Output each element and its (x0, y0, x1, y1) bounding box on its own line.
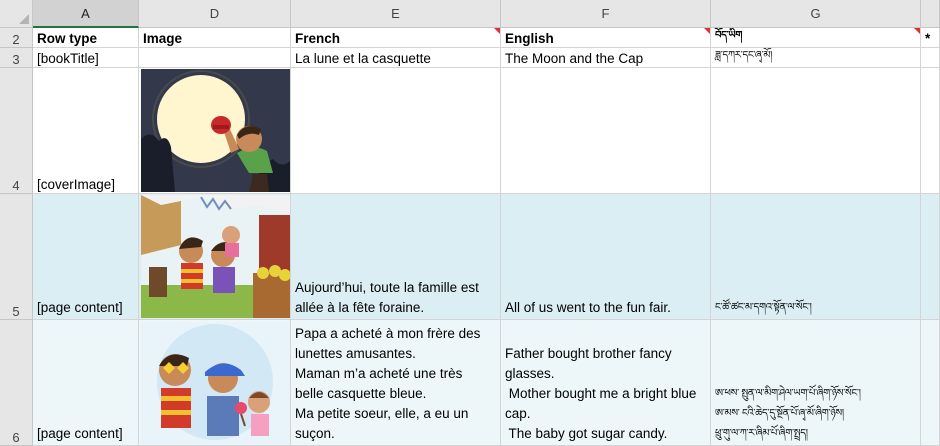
cell-a2[interactable]: Row type (33, 28, 139, 48)
cell-d2-text: Image (143, 31, 183, 46)
cell-h4[interactable] (921, 68, 940, 194)
cover-illustration (141, 69, 290, 192)
cell-e2-text: French (295, 31, 341, 46)
cell-e6-line: Papa a acheté à mon frère des (295, 326, 481, 341)
comment-indicator-icon[interactable] (704, 28, 710, 34)
row-header-5[interactable]: 5 (0, 194, 33, 320)
cell-g3-text: ཟླ་དཀར་དང་ཞྭ་མོ། (715, 50, 773, 61)
cell-g5[interactable]: ང་ཚོ་ཚང་མ་དགའ་སྟོན་ལ་སོང་། (711, 194, 921, 320)
cell-a4-text: [coverImage] (37, 177, 116, 192)
page-image-fun-fair[interactable] (141, 195, 290, 318)
cell-e6[interactable]: Papa a acheté à mon frère des lunettes a… (291, 320, 501, 446)
comment-indicator-icon[interactable] (494, 28, 500, 34)
cell-a3-text: [bookTitle] (37, 51, 99, 66)
cell-f5-text: All of us went to the fun fair. (505, 300, 671, 315)
cell-h6[interactable] (921, 320, 940, 446)
cell-f3-text: The Moon and the Cap (505, 51, 644, 66)
cell-e6-line: lunettes amusantes. (295, 346, 416, 361)
cell-e3[interactable]: La lune et la casquette (291, 48, 501, 68)
cell-a2-text: Row type (37, 31, 98, 46)
cell-f6-line: Mother bought me a bright blue (505, 386, 697, 401)
select-all-triangle-icon (19, 14, 29, 24)
cell-f6-line: The baby got sugar candy. (505, 426, 668, 441)
cell-e4[interactable] (291, 68, 501, 194)
cell-g2[interactable]: བོད་ཡིག (711, 28, 921, 48)
cell-e6-line: Ma petite soeur, elle, a eu un (295, 406, 469, 421)
cell-f6-line: Father bought brother fancy (505, 346, 672, 361)
row-header-2[interactable]: 2 (0, 28, 33, 48)
cell-g2-text: བོད་ཡིག (715, 30, 743, 41)
column-header-a[interactable]: A (33, 0, 139, 28)
cell-a5-text: [page content] (37, 300, 123, 315)
row-header-6[interactable]: 6 (0, 320, 33, 446)
column-header-h[interactable] (921, 0, 940, 28)
cell-e5[interactable]: Aujourd’hui, toute la famille est allée … (291, 194, 501, 320)
cell-f6-line: glasses. (505, 366, 555, 381)
cell-d2[interactable]: Image (139, 28, 291, 48)
spreadsheet-grid: A D E F G 2 Row type Image French Englis… (0, 0, 940, 446)
cell-g6-line: ཨ་ཕས་ སྤུན་ལ་མིག་ཤེལ་ཡག་པོ་ཞིག་ཉོས་སོང་། (715, 388, 861, 399)
cell-a3[interactable]: [bookTitle] (33, 48, 139, 68)
cell-a6[interactable]: [page content] (33, 320, 139, 446)
cell-g6[interactable]: ཨ་ཕས་ སྤུན་ལ་མིག་ཤེལ་ཡག་པོ་ཞིག་ཉོས་སོང་།… (711, 320, 921, 446)
cover-image[interactable] (141, 69, 290, 192)
cell-g5-text: ང་ཚོ་ཚང་མ་དགའ་སྟོན་ལ་སོང་། (715, 302, 812, 313)
cell-e3-text: La lune et la casquette (295, 51, 431, 66)
cell-g3[interactable]: ཟླ་དཀར་དང་ཞྭ་མོ། (711, 48, 921, 68)
cell-e6-line: belle casquette bleue. (295, 386, 427, 401)
cell-d3[interactable] (139, 48, 291, 68)
cell-f2[interactable]: English (501, 28, 711, 48)
cell-h3[interactable] (921, 48, 940, 68)
column-header-g[interactable]: G (711, 0, 921, 28)
cell-f5[interactable]: All of us went to the fun fair. (501, 194, 711, 320)
cell-a4[interactable]: [coverImage] (33, 68, 139, 194)
cell-a6-text: [page content] (37, 426, 123, 441)
cell-a5[interactable]: [page content] (33, 194, 139, 320)
gifts-illustration (141, 322, 290, 445)
fun-fair-illustration (141, 195, 290, 318)
column-header-e[interactable]: E (291, 0, 501, 28)
page-image-gifts[interactable] (141, 322, 290, 445)
column-header-f[interactable]: F (501, 0, 711, 28)
cell-e5-line: Aujourd’hui, toute la famille est (295, 280, 479, 295)
cell-e2[interactable]: French (291, 28, 501, 48)
cell-g4[interactable] (711, 68, 921, 194)
cell-f2-text: English (505, 31, 554, 46)
cell-e6-line: Maman m’a acheté une très (295, 366, 463, 381)
column-header-d[interactable]: D (139, 0, 291, 28)
row-header-3[interactable]: 3 (0, 48, 33, 68)
comment-indicator-icon[interactable] (914, 28, 920, 34)
cell-h5[interactable] (921, 194, 940, 320)
cell-f6-line: cap. (505, 406, 531, 421)
cell-e6-line: suçon. (295, 426, 335, 441)
select-all-corner[interactable] (0, 0, 33, 28)
cell-e5-line: allée à la fête foraine. (295, 300, 425, 315)
cell-h2-text: * (925, 31, 931, 46)
cell-h2[interactable]: * (921, 28, 940, 48)
row-header-4[interactable]: 4 (0, 68, 33, 194)
cell-f6[interactable]: Father bought brother fancy glasses. Mot… (501, 320, 711, 446)
cell-f3[interactable]: The Moon and the Cap (501, 48, 711, 68)
cell-g6-line: ཨ་མས་ ངའི་ཆེད་དུ་སྔོན་པོ་ཞྭ་མོ་ཞིག་ཉོས། (715, 408, 844, 419)
cell-g6-line: ཕྲུ་གུ་ལ་ཀ་ར་ཞིམ་པོ་ཞིག་སྤྲད། (715, 428, 808, 439)
cell-f4[interactable] (501, 68, 711, 194)
